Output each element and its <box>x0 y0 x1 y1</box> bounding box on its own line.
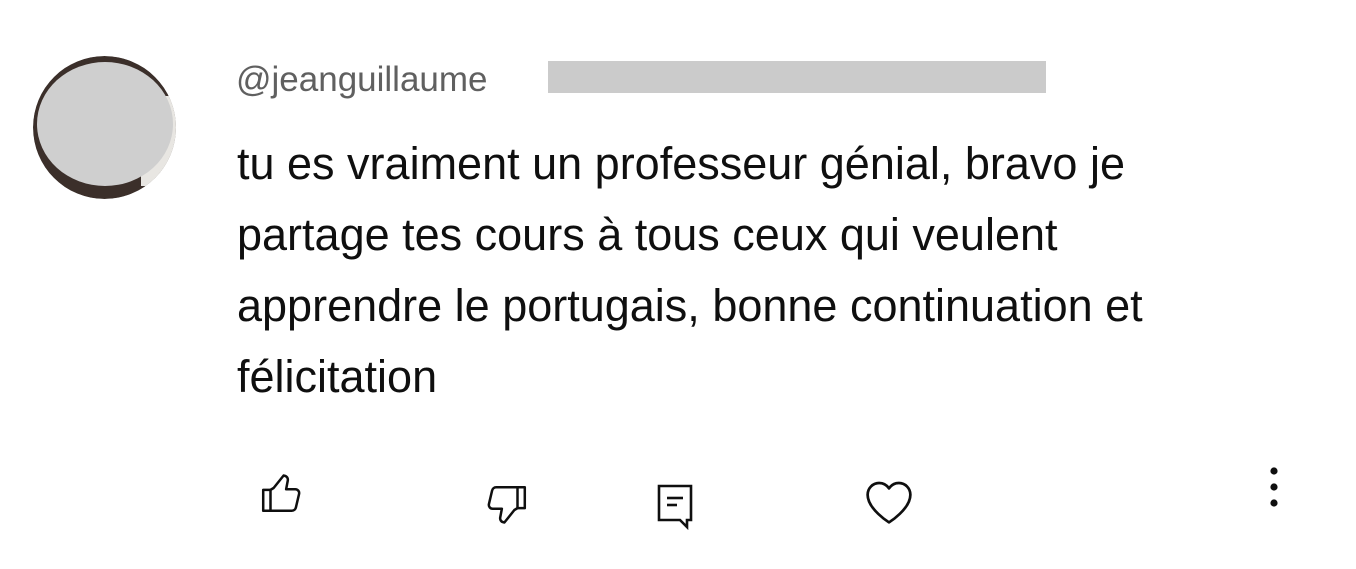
comment-text-line: tu es vraiment un professeur génial, bra… <box>237 138 1125 189</box>
comment-text: tu es vraiment un professeur génial, bra… <box>237 128 1317 412</box>
comment-text-line: félicitation <box>237 351 438 402</box>
thumb-up-icon <box>261 474 301 512</box>
redacted-meta <box>548 61 1046 93</box>
comment-reply-icon <box>657 484 693 531</box>
comment-text-line: apprendre le portugais, bonne continuati… <box>237 280 1143 331</box>
more-options-button[interactable] <box>1254 460 1294 516</box>
avatar[interactable] <box>33 56 176 199</box>
like-button[interactable] <box>252 462 314 524</box>
comment-actions <box>0 450 1356 540</box>
comment-item: @jeanguillaume tu es vraiment un profess… <box>0 0 1356 569</box>
dislike-button[interactable] <box>474 474 536 536</box>
heart-icon <box>866 481 912 524</box>
more-vertical-icon <box>1270 467 1278 507</box>
comment-author[interactable]: @jeanguillaume <box>236 60 488 99</box>
comment-text-line: partage tes cours à tous ceux qui veulen… <box>237 209 1058 260</box>
heart-button[interactable] <box>856 470 922 532</box>
avatar-blur <box>37 62 173 186</box>
thumb-down-icon <box>487 486 527 524</box>
reply-button[interactable] <box>644 474 706 536</box>
